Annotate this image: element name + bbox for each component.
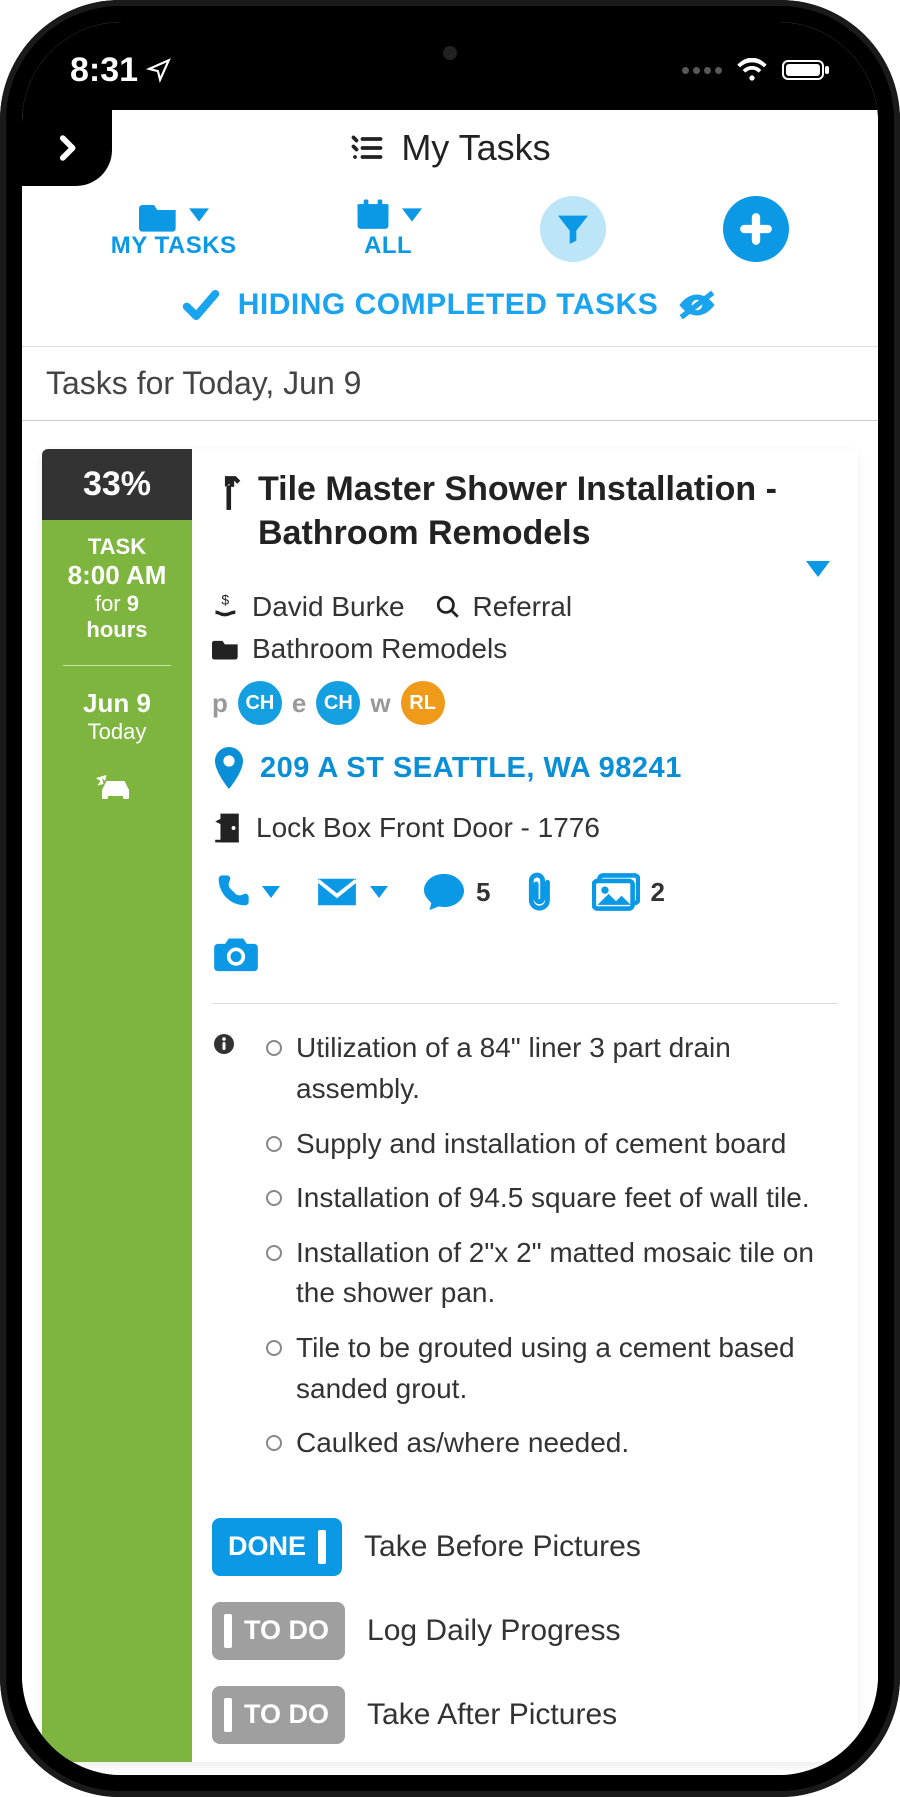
- checklist-icon: [349, 130, 385, 166]
- task-source: Referral: [473, 591, 573, 623]
- task-description-list: Utilization of a 84" liner 3 part drain …: [256, 1028, 838, 1477]
- task-time-label: TASK: [68, 534, 167, 560]
- magnify-icon: [435, 594, 461, 620]
- lockbox-row: Lock Box Front Door - 1776: [212, 811, 838, 845]
- envelope-icon: [314, 875, 360, 909]
- call-button[interactable]: [212, 872, 280, 912]
- subtask-row[interactable]: DONE Take Before Pictures: [212, 1518, 838, 1576]
- desc-item: Installation of 2"x 2" matted mosaic til…: [266, 1233, 838, 1314]
- caret-down-icon: [402, 208, 422, 222]
- task-percent: 33%: [42, 449, 192, 520]
- wifi-icon: [736, 58, 768, 82]
- funnel-icon: [553, 209, 593, 249]
- pin-icon: [212, 747, 246, 789]
- filter-button[interactable]: [540, 196, 606, 262]
- tab-all[interactable]: ALL: [354, 198, 422, 260]
- tab-all-label: ALL: [364, 232, 412, 260]
- battery-icon: [782, 58, 830, 82]
- svg-text:$: $: [221, 593, 229, 608]
- subtask-status-pill: TO DO: [212, 1686, 345, 1744]
- task-card[interactable]: 33% TASK 8:00 AM for 9 hours Jun 9 Today: [42, 449, 858, 1762]
- plus-icon: [736, 209, 776, 249]
- calendar-icon: [354, 198, 392, 232]
- subtask-label: Take After Pictures: [367, 1698, 617, 1732]
- task-today-label: Today: [88, 719, 147, 745]
- assignee-chip[interactable]: RL: [401, 681, 445, 725]
- desc-item: Caulked as/where needed.: [266, 1423, 838, 1464]
- caret-down-icon: [806, 561, 830, 577]
- page-title: My Tasks: [401, 127, 550, 169]
- attachment-button[interactable]: [524, 871, 558, 913]
- images-button[interactable]: 2: [592, 873, 664, 911]
- toggle-completed[interactable]: HIDING COMPLETED TASKS: [22, 270, 878, 347]
- task-title: Tile Master Shower Installation - Bathro…: [258, 467, 838, 555]
- desc-item: Supply and installation of cement board: [266, 1124, 838, 1165]
- address-text: 209 A ST SEATTLE, WA 98241: [260, 752, 682, 785]
- status-time: 8:31: [70, 51, 138, 90]
- add-button[interactable]: [723, 196, 789, 262]
- image-count: 2: [650, 877, 664, 908]
- camera-icon: [212, 933, 260, 973]
- hiding-label: HIDING COMPLETED TASKS: [238, 288, 658, 322]
- car-crash-icon: [93, 769, 141, 805]
- subtask-row[interactable]: TO DO Log Daily Progress: [212, 1602, 838, 1660]
- email-button[interactable]: [314, 875, 388, 909]
- back-button[interactable]: [22, 110, 112, 186]
- hammer-icon: [212, 473, 244, 513]
- comments-button[interactable]: 5: [422, 872, 490, 912]
- subtask-label: Take Before Pictures: [364, 1530, 641, 1564]
- money-hand-icon: $: [212, 593, 240, 621]
- door-icon: [212, 811, 242, 845]
- paperclip-icon: [524, 871, 558, 913]
- desc-item: Installation of 94.5 square feet of wall…: [266, 1178, 838, 1219]
- task-project: Bathroom Remodels: [252, 633, 507, 665]
- comment-icon: [422, 872, 466, 912]
- eye-off-icon: [676, 289, 718, 321]
- cellular-dots-icon: [682, 67, 722, 74]
- image-icon: [592, 873, 640, 911]
- caret-down-icon: [370, 886, 388, 898]
- caret-down-icon: [189, 208, 209, 222]
- section-label: Tasks for Today, Jun 9: [22, 347, 878, 421]
- desc-item: Tile to be grouted using a cement based …: [266, 1328, 838, 1409]
- subtask-row[interactable]: TO DO Take After Pictures: [212, 1686, 838, 1744]
- camera-button[interactable]: [212, 933, 838, 973]
- info-icon: [212, 1032, 236, 1056]
- tab-my-tasks[interactable]: MY TASKS: [111, 198, 237, 260]
- task-contact: David Burke: [252, 591, 405, 623]
- desc-item: Utilization of a 84" liner 3 part drain …: [266, 1028, 838, 1109]
- location-arrow-icon: [146, 57, 172, 83]
- phone-icon: [212, 872, 252, 912]
- folder-icon: [139, 198, 179, 232]
- check-icon: [182, 289, 220, 321]
- assignee-chip[interactable]: CH: [316, 681, 360, 725]
- tab-my-tasks-label: MY TASKS: [111, 232, 237, 260]
- address-link[interactable]: 209 A ST SEATTLE, WA 98241: [212, 747, 838, 789]
- caret-down-icon: [262, 886, 280, 898]
- task-start-time: 8:00 AM: [68, 560, 167, 591]
- subtask-label: Log Daily Progress: [367, 1614, 620, 1648]
- folder-icon: [212, 637, 240, 661]
- assignee-row: p CH e CH w RL: [212, 681, 838, 725]
- subtask-status-pill: TO DO: [212, 1602, 345, 1660]
- task-date: Jun 9: [83, 688, 151, 719]
- expand-task-button[interactable]: [212, 555, 838, 577]
- lockbox-text: Lock Box Front Door - 1776: [256, 812, 600, 844]
- subtask-status-pill: DONE: [212, 1518, 342, 1576]
- chevron-right-icon: [50, 131, 84, 165]
- assignee-chip[interactable]: CH: [238, 681, 282, 725]
- comment-count: 5: [476, 877, 490, 908]
